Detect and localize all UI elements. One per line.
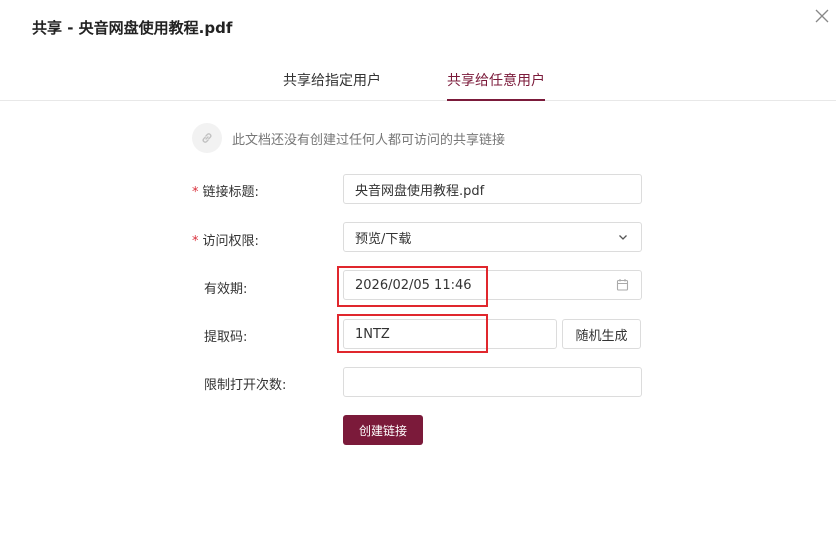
close-icon: [815, 9, 829, 23]
extraction-code-label: 提取码:: [204, 330, 248, 345]
open-limit-label: 限制打开次数:: [204, 378, 287, 393]
tab-share-to-specific-users[interactable]: 共享给指定用户: [283, 70, 381, 101]
no-link-notice: 此文档还没有创建过任何人都可访问的共享链接: [192, 123, 505, 153]
calendar-icon[interactable]: [616, 278, 629, 296]
chevron-down-icon: [617, 230, 629, 248]
expiry-date-input[interactable]: 2026/02/05 11:46: [343, 270, 642, 300]
tab-share-to-anyone[interactable]: 共享给任意用户: [447, 70, 545, 101]
required-mark: *: [192, 185, 199, 200]
open-limit-input[interactable]: [343, 367, 642, 397]
random-generate-button[interactable]: 随机生成: [562, 319, 641, 349]
required-mark: *: [192, 234, 199, 249]
access-permission-value: 预览/下载: [355, 231, 412, 247]
tab-bar: 共享给指定用户 共享给任意用户: [0, 60, 836, 101]
access-permission-select[interactable]: 预览/下载: [343, 222, 642, 252]
extraction-code-input[interactable]: 1NTZ: [343, 319, 557, 349]
link-title-label: * 链接标题:: [192, 185, 259, 200]
create-link-button[interactable]: 创建链接: [343, 415, 423, 445]
expiry-label: 有效期:: [204, 282, 248, 297]
link-title-input[interactable]: 央音网盘使用教程.pdf: [343, 174, 642, 204]
expiry-value: 2026/02/05 11:46: [355, 277, 472, 293]
extraction-code-value: 1NTZ: [355, 326, 390, 342]
close-button[interactable]: [812, 6, 832, 26]
link-icon: [192, 123, 222, 153]
notice-text: 此文档还没有创建过任何人都可访问的共享链接: [232, 132, 506, 148]
dialog-title: 共享 - 央音网盘使用教程.pdf: [32, 19, 233, 37]
link-title-value: 央音网盘使用教程.pdf: [355, 183, 485, 199]
access-permission-label: * 访问权限:: [192, 234, 259, 249]
